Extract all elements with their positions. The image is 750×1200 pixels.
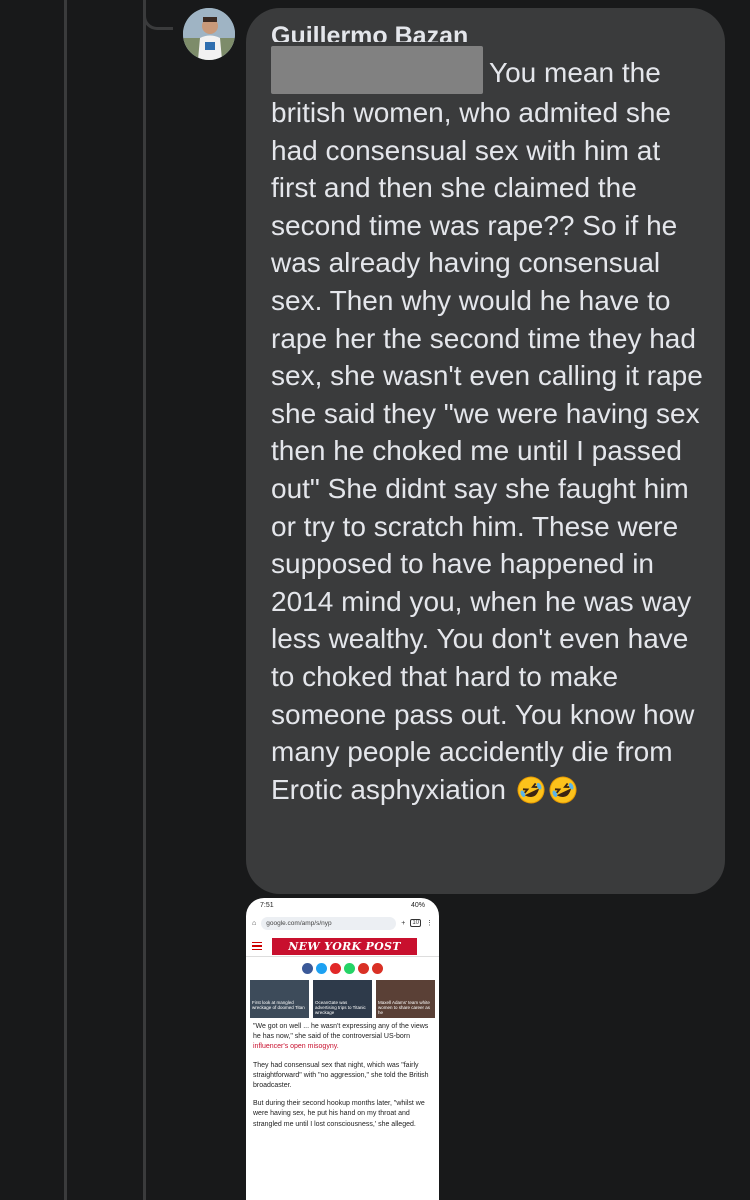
comment-body: You mean the british women, who admited … — [271, 46, 705, 808]
thumb-2: OceanGate was advertising trips to Titan… — [313, 980, 372, 1018]
paragraph-text: "We got on well ... he wasn't expressing… — [253, 1023, 429, 1041]
thumb-3: Maxell Adams' team white women to share … — [376, 980, 435, 1018]
article-link: influencer's open misogyny. — [253, 1043, 339, 1051]
url-field: google.com/amp/s/nyp — [261, 916, 397, 930]
plus-icon: + — [401, 919, 406, 927]
attached-screenshot[interactable]: 7:51 40% ⌂ google.com/amp/s/nyp + 10 ⋮ N… — [246, 898, 439, 1200]
rolling-on-floor-laughing-icon — [549, 776, 577, 804]
article-text: "We got on well ... he wasn't expressing… — [246, 1018, 439, 1142]
twitter-icon — [316, 963, 327, 974]
redacted-mention — [271, 46, 483, 94]
reply-thread-line — [143, 0, 146, 1200]
status-battery: 40% — [410, 902, 425, 909]
avatar[interactable] — [183, 8, 235, 60]
whatsapp-icon — [344, 963, 355, 974]
nyp-header: NEW YORK POST — [246, 936, 439, 957]
phone-status-bar: 7:51 40% — [246, 898, 439, 914]
thumb-caption: First look at mangled wreckage of doomed… — [252, 1000, 305, 1010]
thumb-1: First look at mangled wreckage of doomed… — [250, 980, 309, 1018]
article-paragraph: They had consensual sex that night, whic… — [253, 1061, 429, 1090]
comment-text: You mean the british women, who admited … — [271, 57, 703, 805]
site-logo: NEW YORK POST — [272, 937, 417, 955]
hamburger-icon — [252, 941, 262, 951]
article-paragraph: But during their second hookup months la… — [253, 1100, 425, 1128]
tab-count: 10 — [410, 919, 421, 927]
email-icon — [358, 963, 369, 974]
related-thumbs: First look at mangled wreckage of doomed… — [246, 980, 439, 1018]
rolling-on-floor-laughing-icon — [517, 776, 545, 804]
menu-icon: ⋮ — [426, 920, 433, 927]
comment-bubble: Guillermo Bazan You mean the british wom… — [246, 8, 725, 894]
share-icons — [246, 963, 439, 974]
home-icon: ⌂ — [252, 919, 257, 927]
url-text: google.com/amp/s/nyp — [266, 919, 332, 927]
comment-author[interactable]: Guillermo Bazan — [271, 16, 705, 42]
status-time: 7:51 — [260, 902, 274, 909]
thumb-caption: Maxell Adams' team white women to share … — [378, 1000, 431, 1015]
browser-url-bar: ⌂ google.com/amp/s/nyp + 10 ⋮ — [246, 914, 439, 932]
facebook-icon — [302, 963, 313, 974]
article-paragraph: "We got on well ... he wasn't expressing… — [253, 1022, 432, 1053]
thread-line — [64, 0, 67, 1200]
thumb-caption: OceanGate was advertising trips to Titan… — [315, 1000, 366, 1015]
flipboard-icon — [330, 963, 341, 974]
link-icon — [372, 963, 383, 974]
reply-connector — [143, 0, 173, 30]
